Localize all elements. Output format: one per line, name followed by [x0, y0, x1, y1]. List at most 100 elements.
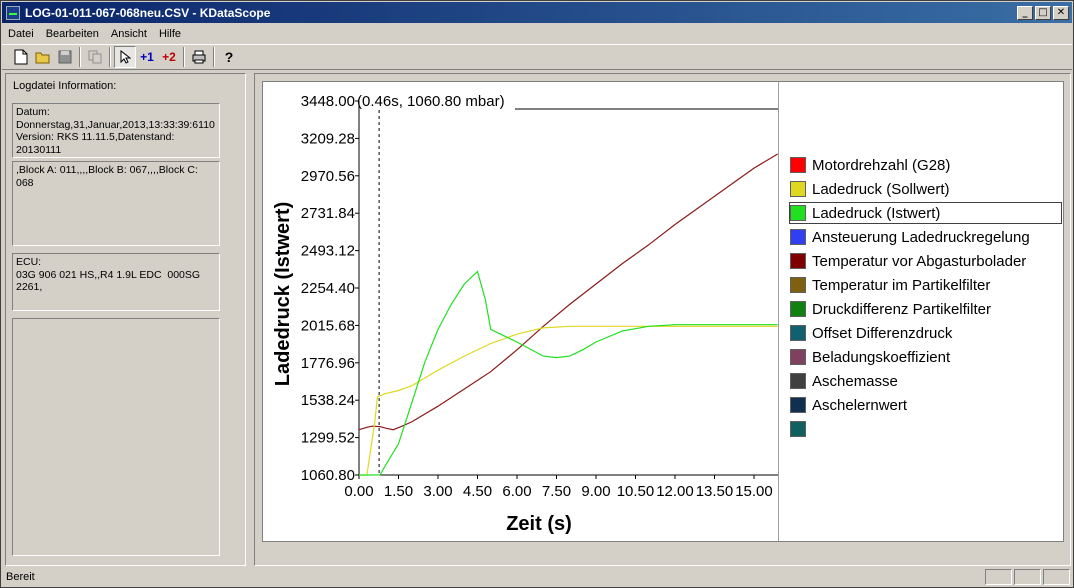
y-tick-label: 3448.00 — [301, 93, 355, 110]
log-block-box: ,Block A: 011,,,,Block B: 067,,,,Block C… — [12, 161, 220, 246]
x-tick-label: 10.50 — [617, 483, 655, 500]
cursor-1-button[interactable]: +1 — [136, 46, 158, 68]
legend-swatch — [790, 229, 806, 245]
legend-swatch — [790, 205, 806, 221]
app-window: LOG-01-011-067-068neu.CSV - KDataScope _… — [0, 0, 1074, 588]
y-tick-label: 1060.80 — [301, 467, 355, 484]
legend-label: Druckdifferenz Partikelfilter — [812, 300, 991, 318]
save-disk-icon — [58, 50, 72, 64]
new-file-button[interactable] — [10, 46, 32, 68]
printer-icon — [192, 50, 206, 64]
legend-label: Aschelernwert — [812, 396, 908, 414]
x-tick-label: 15.00 — [735, 483, 773, 500]
legend-swatch — [790, 301, 806, 317]
status-pane — [1043, 569, 1070, 585]
legend-item[interactable]: Aschelernwert — [790, 394, 1063, 416]
legend-label: Offset Differenzdruck — [812, 324, 953, 342]
copy-button[interactable] — [84, 46, 106, 68]
legend-item[interactable]: Temperatur vor Abgasturbolader — [790, 250, 1063, 272]
print-button[interactable] — [188, 46, 210, 68]
ladedruck_soll_trace — [359, 325, 778, 476]
log-info-header: Logdatei Information: — [13, 80, 117, 92]
legend-item[interactable]: Motordrehzahl (G28) — [790, 154, 1063, 176]
help-icon: ? — [224, 49, 234, 65]
legend-item[interactable]: Temperatur im Partikelfilter — [790, 274, 1063, 296]
legend-label: Motordrehzahl (G28) — [812, 156, 951, 174]
log-date-box: Datum: Donnerstag,31,Januar,2013,13:33:3… — [12, 103, 220, 158]
status-text: Bereit — [6, 571, 35, 583]
close-button[interactable]: ✕ — [1053, 5, 1069, 20]
status-pane — [1014, 569, 1041, 585]
legend-swatch — [790, 325, 806, 341]
legend-item[interactable]: Ladedruck (Istwert) — [789, 202, 1062, 224]
x-tick-label: 4.50 — [463, 483, 492, 500]
window-title: LOG-01-011-067-068neu.CSV - KDataScope — [25, 5, 271, 20]
app-icon[interactable] — [6, 5, 20, 20]
legend-label: Aschemasse — [812, 372, 898, 390]
legend-label: Temperatur vor Abgasturbolader — [812, 252, 1027, 270]
cursor-2-label: +2 — [162, 50, 176, 64]
pointer-tool-button[interactable] — [114, 46, 136, 68]
y-tick-label: 3209.28 — [301, 130, 355, 147]
y-tick-label: 1538.24 — [301, 392, 355, 409]
y-tick-label: 2970.56 — [301, 168, 355, 185]
log-empty-box — [12, 318, 220, 556]
legend-swatch — [790, 157, 806, 173]
legend-swatch — [790, 421, 806, 437]
legend-item[interactable] — [790, 418, 1063, 440]
cursor-2-button[interactable]: +2 — [158, 46, 180, 68]
legend-item[interactable]: Offset Differenzdruck — [790, 322, 1063, 344]
toolbar-separator — [183, 47, 185, 67]
x-tick-label: 7.50 — [542, 483, 571, 500]
maximize-button[interactable]: □ — [1035, 5, 1051, 20]
legend-item[interactable]: Ladedruck (Sollwert) — [790, 178, 1063, 200]
toolbar-separator — [79, 47, 81, 67]
save-button[interactable] — [54, 46, 76, 68]
toolbar: +1 +2 ? — [2, 44, 1072, 70]
menu-datei[interactable]: Datei — [2, 28, 40, 40]
legend-item[interactable]: Ansteuerung Ladedruckregelung — [790, 226, 1063, 248]
cursor-arrow-icon — [120, 50, 131, 64]
toolbar-separator — [109, 47, 111, 67]
help-button[interactable]: ? — [218, 46, 240, 68]
open-file-button[interactable] — [32, 46, 54, 68]
legend-swatch — [790, 373, 806, 389]
legend-label: Temperatur im Partikelfilter — [812, 276, 991, 294]
legend-item[interactable]: Druckdifferenz Partikelfilter — [790, 298, 1063, 320]
y-tick-label: 1299.52 — [301, 430, 355, 447]
cursor-1-label: +1 — [140, 50, 154, 64]
cursor-readout: (0.46s, 1060.80 mbar) — [357, 93, 505, 110]
x-tick-label: 13.50 — [696, 483, 734, 500]
motordrehzahl_trace — [358, 153, 779, 431]
y-tick-label: 2493.12 — [301, 243, 355, 260]
legend-label: Ansteuerung Ladedruckregelung — [812, 228, 1030, 246]
title-bar[interactable]: LOG-01-011-067-068neu.CSV - KDataScope _… — [2, 2, 1072, 23]
x-tick-label: 6.00 — [502, 483, 531, 500]
menu-bearbeiten[interactable]: Bearbeiten — [40, 28, 105, 40]
minimize-button[interactable]: _ — [1017, 5, 1033, 20]
legend-label: Ladedruck (Sollwert) — [812, 180, 950, 198]
legend-item[interactable]: Aschemasse — [790, 370, 1063, 392]
legend-swatch — [790, 253, 806, 269]
x-tick-label: 9.00 — [581, 483, 610, 500]
x-tick-label: 1.50 — [384, 483, 413, 500]
legend-label: Beladungskoeffizient — [812, 348, 951, 366]
y-tick-label: 1776.96 — [301, 355, 355, 372]
y-tick-label: 2015.68 — [301, 317, 355, 334]
menu-ansicht[interactable]: Ansicht — [105, 28, 153, 40]
horizontal-scrollbar[interactable] — [256, 545, 1069, 563]
copy-icon — [88, 50, 102, 64]
ladedruck_ist_trace — [359, 270, 778, 476]
log-ecu-box: ECU: 03G 906 021 HS,,R4 1.9L EDC 000SG 2… — [12, 253, 220, 311]
toolbar-separator — [213, 47, 215, 67]
legend-swatch — [790, 277, 806, 293]
legend-item[interactable]: Beladungskoeffizient — [790, 346, 1063, 368]
new-file-icon — [14, 49, 28, 65]
x-axis-label: Zeit (s) — [506, 513, 572, 535]
legend-swatch — [790, 181, 806, 197]
status-pane — [985, 569, 1012, 585]
legend-swatch — [790, 349, 806, 365]
status-bar: Bereit — [2, 567, 1072, 587]
menu-hilfe[interactable]: Hilfe — [153, 28, 187, 40]
x-tick-label: 0.00 — [344, 483, 373, 500]
